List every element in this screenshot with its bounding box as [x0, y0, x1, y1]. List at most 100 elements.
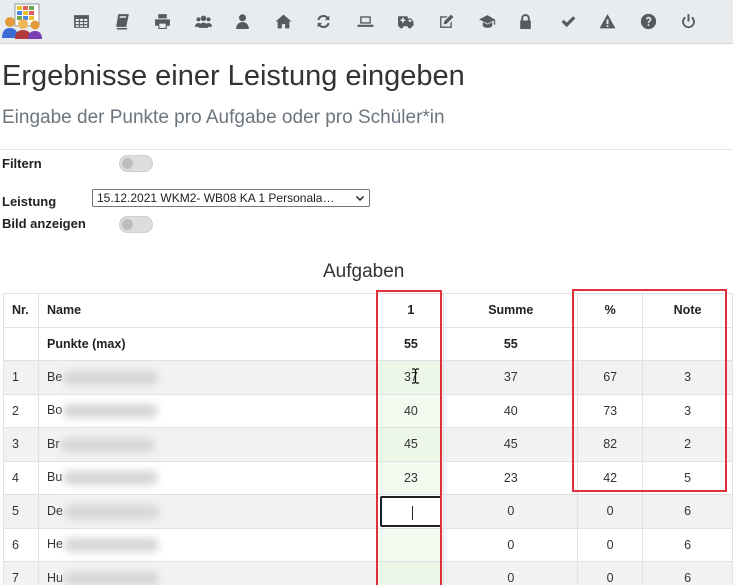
student-name: Br	[37, 427, 379, 462]
col-header-task-1[interactable]: 1	[377, 293, 445, 328]
name-redaction	[63, 404, 159, 419]
summe-cell: 0	[443, 527, 579, 562]
percent-cell: 0	[577, 527, 644, 562]
table-row: 7 Hu 0 0 6	[3, 561, 733, 585]
filter-toggle[interactable]	[119, 155, 153, 172]
results-table: Nr. Name 1 Summe % Note Punkte (max) 55 …	[3, 293, 733, 585]
bild-anzeigen-label: Bild anzeigen	[2, 216, 86, 231]
student-name: Bu	[37, 460, 379, 495]
summe-cell: 40	[443, 393, 579, 428]
row-nr: 4	[3, 460, 39, 495]
student-name-text: Hu	[46, 570, 63, 585]
student-name: De	[37, 494, 379, 529]
edit-icon[interactable]	[435, 11, 457, 31]
max-row-percent	[577, 326, 644, 361]
summe-cell: 0	[443, 494, 579, 529]
table-row: 5 De 0 0 6	[3, 494, 733, 529]
student-name: Be	[37, 360, 379, 395]
name-redaction	[63, 471, 159, 486]
col-header-nr[interactable]: Nr.	[3, 293, 39, 328]
note-cell: 3	[642, 393, 733, 428]
task-1-score-cell-active[interactable]	[377, 494, 445, 529]
row-nr: 3	[3, 427, 39, 462]
bild-anzeigen-toggle[interactable]	[119, 216, 153, 233]
max-row-label: Punkte (max)	[37, 326, 379, 361]
user-icon[interactable]	[231, 11, 253, 31]
aufgaben-group-header: Aufgaben	[323, 261, 405, 282]
chevron-down-icon	[355, 195, 365, 202]
row-nr: 2	[3, 393, 39, 428]
name-redaction	[63, 571, 159, 585]
warning-icon[interactable]	[596, 11, 618, 31]
col-header-percent[interactable]: %	[577, 293, 644, 328]
student-name-text: Br	[46, 436, 60, 451]
print-icon[interactable]	[151, 11, 173, 31]
row-nr: 5	[3, 494, 39, 529]
leistung-select-value: 15.12.2021 WKM2- WB08 KA 1 Personala…	[97, 191, 335, 205]
task-1-score-cell[interactable]	[377, 561, 445, 585]
graduation-cap-icon[interactable]	[476, 11, 498, 31]
task-1-score-cell[interactable]: 45	[377, 427, 445, 462]
max-points-row: Punkte (max) 55 55	[3, 326, 733, 361]
table-row: 2 Bo 40 40 73 3	[3, 393, 733, 428]
max-row-summe: 55	[443, 326, 579, 361]
student-name-text: He	[46, 537, 63, 552]
student-name-text: De	[46, 503, 63, 518]
help-icon[interactable]	[637, 11, 659, 31]
name-redaction	[63, 538, 159, 553]
table-row: 1 Be 37 37 67 3	[3, 360, 733, 395]
summe-cell: 0	[443, 561, 579, 585]
student-name-text: Bu	[46, 470, 63, 485]
table-row: 4 Bu 23 23 42 5	[3, 460, 733, 495]
book-icon[interactable]	[111, 11, 133, 31]
check-icon[interactable]	[557, 11, 579, 31]
home-icon[interactable]	[272, 11, 294, 31]
group-icon[interactable]	[192, 11, 214, 31]
score-input-focused[interactable]	[379, 495, 442, 527]
row-nr: 1	[3, 360, 39, 395]
percent-cell: 82	[577, 427, 644, 462]
row-nr: 7	[3, 561, 39, 585]
name-redaction	[60, 437, 156, 452]
col-header-summe[interactable]: Summe	[443, 293, 579, 328]
note-cell: 3	[642, 360, 733, 395]
note-cell: 5	[642, 460, 733, 495]
percent-cell: 42	[577, 460, 644, 495]
table-icon[interactable]	[70, 11, 92, 31]
top-toolbar	[0, 0, 733, 44]
note-cell: 6	[642, 527, 733, 562]
page-title: Ergebnisse einer Leistung eingeben	[2, 60, 465, 92]
table-row: 6 He 0 0 6	[3, 527, 733, 562]
refresh-icon[interactable]	[312, 11, 334, 31]
name-redaction	[63, 370, 159, 385]
student-name: He	[37, 527, 379, 562]
percent-cell: 67	[577, 360, 644, 395]
col-header-note[interactable]: Note	[642, 293, 733, 328]
student-name: Hu	[37, 561, 379, 585]
app-logo[interactable]	[1, 2, 43, 40]
name-redaction	[63, 504, 159, 519]
lock-icon[interactable]	[514, 11, 536, 31]
note-cell: 6	[642, 561, 733, 585]
ambulance-icon[interactable]	[394, 11, 416, 31]
percent-cell: 0	[577, 494, 644, 529]
text-cursor-icon	[412, 368, 419, 384]
laptop-icon[interactable]	[354, 11, 376, 31]
summe-cell: 23	[443, 460, 579, 495]
summe-cell: 45	[443, 427, 579, 462]
task-1-score-cell[interactable]: 40	[377, 393, 445, 428]
leistung-select[interactable]: 15.12.2021 WKM2- WB08 KA 1 Personala…	[92, 189, 370, 207]
filter-label: Filtern	[2, 156, 42, 171]
task-1-score-cell[interactable]	[377, 527, 445, 562]
page-subtitle: Eingabe der Punkte pro Aufgabe oder pro …	[2, 107, 445, 128]
summe-cell: 37	[443, 360, 579, 395]
divider	[0, 149, 733, 150]
student-name-text: Bo	[46, 403, 63, 418]
table-header-row: Nr. Name 1 Summe % Note	[3, 293, 733, 328]
task-1-score-cell[interactable]: 23	[377, 460, 445, 495]
power-icon[interactable]	[677, 11, 699, 31]
student-name: Bo	[37, 393, 379, 428]
max-row-nr	[3, 326, 39, 361]
col-header-name[interactable]: Name	[37, 293, 379, 328]
percent-cell: 73	[577, 393, 644, 428]
